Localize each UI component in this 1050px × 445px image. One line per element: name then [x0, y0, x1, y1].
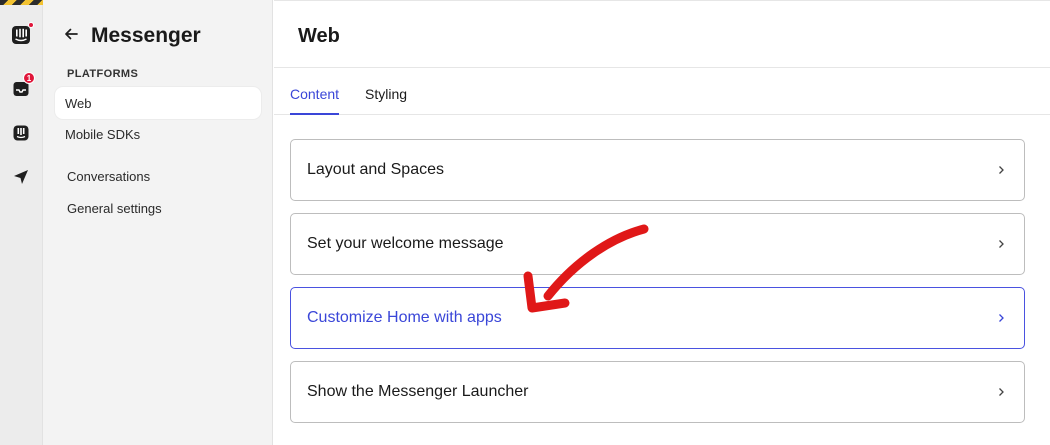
tab-content[interactable]: Content	[290, 86, 340, 115]
app-rail: 1	[0, 0, 43, 445]
main-header: Web	[274, 0, 1050, 68]
settings-sidebar: Messenger PLATFORMS Web Mobile SDKs Conv…	[43, 0, 273, 445]
sidebar-header: Messenger	[63, 24, 201, 48]
chevron-right-icon	[999, 166, 1004, 174]
card-customize-home[interactable]: Customize Home with apps	[290, 287, 1025, 349]
chevron-right-icon	[999, 314, 1004, 322]
sidebar-item-label: Mobile SDKs	[65, 126, 141, 142]
main-panel: Web Content Styling Layout and Spaces Se…	[274, 0, 1050, 445]
send-icon[interactable]	[11, 167, 31, 187]
card-messenger-launcher[interactable]: Show the Messenger Launcher	[290, 361, 1025, 423]
card-label: Show the Messenger Launcher	[307, 383, 529, 400]
tab-styling[interactable]: Styling	[365, 86, 407, 115]
sidebar-item-mobile-sdks[interactable]: Mobile SDKs	[55, 118, 261, 150]
chevron-right-icon	[999, 240, 1004, 248]
chevron-right-icon	[999, 388, 1004, 396]
page-title: Web	[298, 25, 340, 47]
card-welcome-message[interactable]: Set your welcome message	[290, 213, 1025, 275]
notification-dot	[28, 22, 34, 28]
card-label: Layout and Spaces	[307, 161, 444, 178]
sidebar-item-general-settings[interactable]: General settings	[67, 201, 162, 216]
card-label: Set your welcome message	[307, 235, 504, 252]
bot-icon[interactable]	[11, 123, 31, 143]
back-arrow-icon[interactable]	[63, 26, 79, 47]
sidebar-title: Messenger	[91, 24, 201, 47]
card-label: Customize Home with apps	[307, 309, 502, 326]
section-label-platforms: PLATFORMS	[67, 68, 139, 80]
inbox-badge: 1	[23, 72, 35, 84]
sidebar-item-conversations[interactable]: Conversations	[67, 169, 150, 184]
card-layout-and-spaces[interactable]: Layout and Spaces	[290, 139, 1025, 201]
sidebar-item-label: Web	[65, 95, 92, 111]
intercom-logo-icon[interactable]	[11, 25, 31, 45]
sidebar-item-web[interactable]: Web	[55, 87, 261, 119]
tab-bar: Content Styling	[274, 68, 1050, 115]
